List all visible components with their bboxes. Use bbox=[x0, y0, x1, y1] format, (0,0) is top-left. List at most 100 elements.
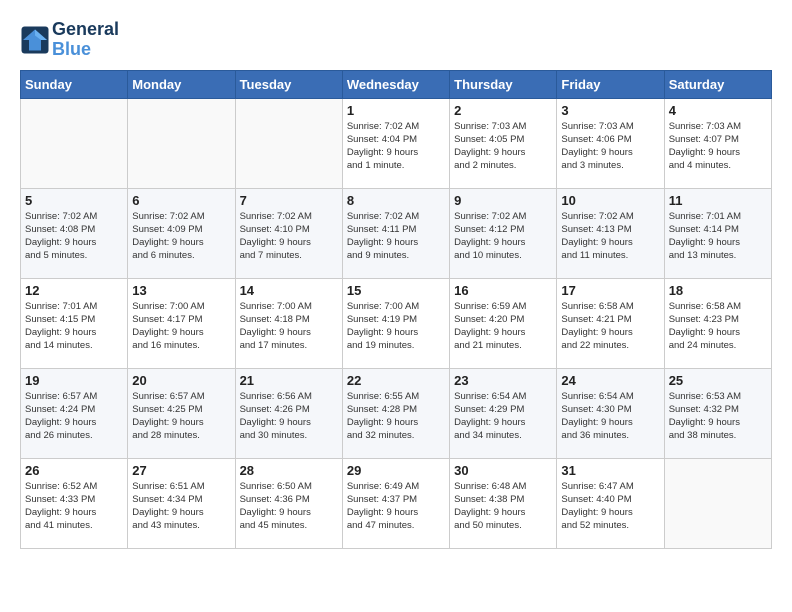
day-info: Sunrise: 6:53 AM Sunset: 4:32 PM Dayligh… bbox=[669, 390, 767, 443]
day-info: Sunrise: 7:00 AM Sunset: 4:17 PM Dayligh… bbox=[132, 300, 230, 353]
day-info: Sunrise: 6:47 AM Sunset: 4:40 PM Dayligh… bbox=[561, 480, 659, 533]
day-info: Sunrise: 7:00 AM Sunset: 4:19 PM Dayligh… bbox=[347, 300, 445, 353]
calendar-day-4: 4 Sunrise: 7:03 AM Sunset: 4:07 PM Daylig… bbox=[664, 98, 771, 188]
calendar-day-empty bbox=[235, 98, 342, 188]
calendar-day-28: 28 Sunrise: 6:50 AM Sunset: 4:36 PM Dayli… bbox=[235, 458, 342, 548]
day-number: 25 bbox=[669, 373, 767, 388]
day-number: 8 bbox=[347, 193, 445, 208]
calendar-day-15: 15Sunrise: 7:00 AM Sunset: 4:19 PM Dayli… bbox=[342, 278, 449, 368]
day-info: Sunrise: 7:02 AM Sunset: 4:04 PM Dayligh… bbox=[347, 120, 445, 173]
day-info: Sunrise: 6:55 AM Sunset: 4:28 PM Dayligh… bbox=[347, 390, 445, 443]
calendar-day-6: 6 Sunrise: 7:02 AM Sunset: 4:09 PM Daylig… bbox=[128, 188, 235, 278]
day-info: Sunrise: 6:56 AM Sunset: 4:26 PM Dayligh… bbox=[240, 390, 338, 443]
day-info: Sunrise: 7:02 AM Sunset: 4:09 PM Dayligh… bbox=[132, 210, 230, 263]
day-number: 18 bbox=[669, 283, 767, 298]
day-number: 5 bbox=[25, 193, 123, 208]
calendar-day-27: 27 Sunrise: 6:51 AM Sunset: 4:34 PM Dayli… bbox=[128, 458, 235, 548]
calendar-week-row: 1 Sunrise: 7:02 AM Sunset: 4:04 PM Daylig… bbox=[21, 98, 772, 188]
day-info: Sunrise: 6:48 AM Sunset: 4:38 PM Dayligh… bbox=[454, 480, 552, 533]
calendar-day-18: 18Sunrise: 6:58 AM Sunset: 4:23 PM Dayli… bbox=[664, 278, 771, 368]
calendar-day-13: 13 Sunrise: 7:00 AM Sunset: 4:17 PM Dayli… bbox=[128, 278, 235, 368]
calendar-day-11: 11Sunrise: 7:01 AM Sunset: 4:14 PM Dayli… bbox=[664, 188, 771, 278]
day-number: 4 bbox=[669, 103, 767, 118]
calendar-day-empty bbox=[128, 98, 235, 188]
day-info: Sunrise: 6:57 AM Sunset: 4:24 PM Dayligh… bbox=[25, 390, 123, 443]
weekday-header-row: SundayMondayTuesdayWednesdayThursdayFrid… bbox=[21, 70, 772, 98]
weekday-header-sunday: Sunday bbox=[21, 70, 128, 98]
calendar-week-row: 5 Sunrise: 7:02 AM Sunset: 4:08 PM Daylig… bbox=[21, 188, 772, 278]
day-number: 22 bbox=[347, 373, 445, 388]
day-number: 26 bbox=[25, 463, 123, 478]
day-info: Sunrise: 7:02 AM Sunset: 4:13 PM Dayligh… bbox=[561, 210, 659, 263]
calendar-day-25: 25 Sunrise: 6:53 AM Sunset: 4:32 PM Dayli… bbox=[664, 368, 771, 458]
calendar-day-21: 21 Sunrise: 6:56 AM Sunset: 4:26 PM Dayli… bbox=[235, 368, 342, 458]
weekday-header-friday: Friday bbox=[557, 70, 664, 98]
logo-blue: Blue bbox=[52, 40, 119, 60]
day-number: 28 bbox=[240, 463, 338, 478]
calendar-day-26: 26 Sunrise: 6:52 AM Sunset: 4:33 PM Dayli… bbox=[21, 458, 128, 548]
day-info: Sunrise: 7:02 AM Sunset: 4:08 PM Dayligh… bbox=[25, 210, 123, 263]
day-number: 21 bbox=[240, 373, 338, 388]
day-info: Sunrise: 6:54 AM Sunset: 4:30 PM Dayligh… bbox=[561, 390, 659, 443]
day-number: 24 bbox=[561, 373, 659, 388]
calendar-day-7: 7Sunrise: 7:02 AM Sunset: 4:10 PM Daylig… bbox=[235, 188, 342, 278]
day-number: 12 bbox=[25, 283, 123, 298]
logo-icon bbox=[20, 25, 50, 55]
day-number: 29 bbox=[347, 463, 445, 478]
calendar-week-row: 26 Sunrise: 6:52 AM Sunset: 4:33 PM Dayli… bbox=[21, 458, 772, 548]
day-info: Sunrise: 7:03 AM Sunset: 4:05 PM Dayligh… bbox=[454, 120, 552, 173]
day-number: 2 bbox=[454, 103, 552, 118]
logo-general: General bbox=[52, 20, 119, 40]
day-info: Sunrise: 7:01 AM Sunset: 4:14 PM Dayligh… bbox=[669, 210, 767, 263]
calendar-day-1: 1 Sunrise: 7:02 AM Sunset: 4:04 PM Daylig… bbox=[342, 98, 449, 188]
page-header: General Blue bbox=[20, 20, 772, 60]
day-info: Sunrise: 6:49 AM Sunset: 4:37 PM Dayligh… bbox=[347, 480, 445, 533]
calendar-day-5: 5 Sunrise: 7:02 AM Sunset: 4:08 PM Daylig… bbox=[21, 188, 128, 278]
day-info: Sunrise: 6:57 AM Sunset: 4:25 PM Dayligh… bbox=[132, 390, 230, 443]
calendar-day-20: 20 Sunrise: 6:57 AM Sunset: 4:25 PM Dayli… bbox=[128, 368, 235, 458]
day-number: 6 bbox=[132, 193, 230, 208]
calendar-day-31: 31Sunrise: 6:47 AM Sunset: 4:40 PM Dayli… bbox=[557, 458, 664, 548]
calendar-day-10: 10Sunrise: 7:02 AM Sunset: 4:13 PM Dayli… bbox=[557, 188, 664, 278]
calendar-week-row: 19 Sunrise: 6:57 AM Sunset: 4:24 PM Dayli… bbox=[21, 368, 772, 458]
calendar-day-8: 8 Sunrise: 7:02 AM Sunset: 4:11 PM Daylig… bbox=[342, 188, 449, 278]
calendar-day-22: 22 Sunrise: 6:55 AM Sunset: 4:28 PM Dayli… bbox=[342, 368, 449, 458]
day-number: 13 bbox=[132, 283, 230, 298]
weekday-header-wednesday: Wednesday bbox=[342, 70, 449, 98]
logo: General Blue bbox=[20, 20, 119, 60]
day-number: 1 bbox=[347, 103, 445, 118]
calendar-day-3: 3Sunrise: 7:03 AM Sunset: 4:06 PM Daylig… bbox=[557, 98, 664, 188]
weekday-header-monday: Monday bbox=[128, 70, 235, 98]
calendar-day-24: 24 Sunrise: 6:54 AM Sunset: 4:30 PM Dayli… bbox=[557, 368, 664, 458]
day-number: 30 bbox=[454, 463, 552, 478]
day-info: Sunrise: 7:00 AM Sunset: 4:18 PM Dayligh… bbox=[240, 300, 338, 353]
weekday-header-thursday: Thursday bbox=[450, 70, 557, 98]
day-number: 14 bbox=[240, 283, 338, 298]
day-number: 17 bbox=[561, 283, 659, 298]
calendar-day-9: 9Sunrise: 7:02 AM Sunset: 4:12 PM Daylig… bbox=[450, 188, 557, 278]
calendar-day-empty bbox=[21, 98, 128, 188]
day-info: Sunrise: 6:58 AM Sunset: 4:21 PM Dayligh… bbox=[561, 300, 659, 353]
day-info: Sunrise: 6:59 AM Sunset: 4:20 PM Dayligh… bbox=[454, 300, 552, 353]
weekday-header-tuesday: Tuesday bbox=[235, 70, 342, 98]
calendar-day-23: 23Sunrise: 6:54 AM Sunset: 4:29 PM Dayli… bbox=[450, 368, 557, 458]
day-info: Sunrise: 7:02 AM Sunset: 4:11 PM Dayligh… bbox=[347, 210, 445, 263]
calendar-day-empty bbox=[664, 458, 771, 548]
calendar-day-16: 16Sunrise: 6:59 AM Sunset: 4:20 PM Dayli… bbox=[450, 278, 557, 368]
day-info: Sunrise: 7:03 AM Sunset: 4:07 PM Dayligh… bbox=[669, 120, 767, 173]
day-number: 9 bbox=[454, 193, 552, 208]
calendar-day-2: 2 Sunrise: 7:03 AM Sunset: 4:05 PM Daylig… bbox=[450, 98, 557, 188]
day-number: 3 bbox=[561, 103, 659, 118]
calendar-day-14: 14 Sunrise: 7:00 AM Sunset: 4:18 PM Dayli… bbox=[235, 278, 342, 368]
day-info: Sunrise: 6:50 AM Sunset: 4:36 PM Dayligh… bbox=[240, 480, 338, 533]
calendar-day-17: 17 Sunrise: 6:58 AM Sunset: 4:21 PM Dayli… bbox=[557, 278, 664, 368]
day-info: Sunrise: 6:51 AM Sunset: 4:34 PM Dayligh… bbox=[132, 480, 230, 533]
day-number: 19 bbox=[25, 373, 123, 388]
calendar-week-row: 12Sunrise: 7:01 AM Sunset: 4:15 PM Dayli… bbox=[21, 278, 772, 368]
day-info: Sunrise: 6:52 AM Sunset: 4:33 PM Dayligh… bbox=[25, 480, 123, 533]
calendar-day-29: 29 Sunrise: 6:49 AM Sunset: 4:37 PM Dayli… bbox=[342, 458, 449, 548]
day-number: 20 bbox=[132, 373, 230, 388]
day-number: 27 bbox=[132, 463, 230, 478]
day-info: Sunrise: 6:54 AM Sunset: 4:29 PM Dayligh… bbox=[454, 390, 552, 443]
day-info: Sunrise: 7:02 AM Sunset: 4:10 PM Dayligh… bbox=[240, 210, 338, 263]
